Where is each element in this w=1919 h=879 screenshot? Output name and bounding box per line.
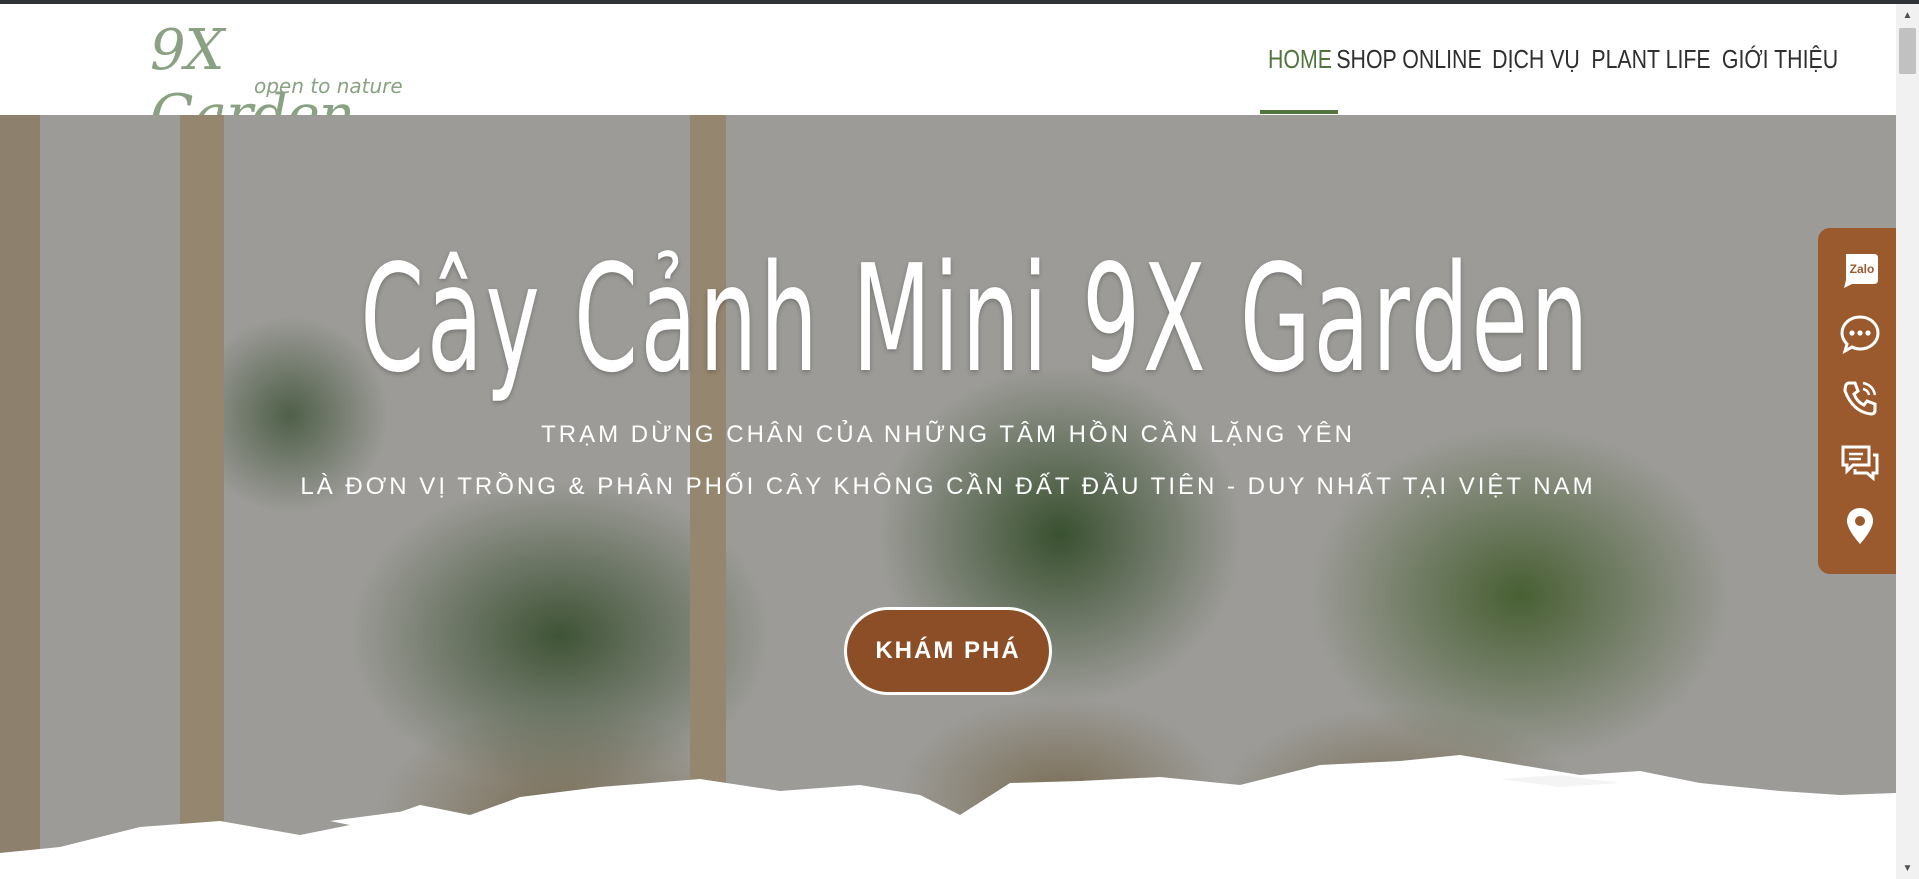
site-logo[interactable]: 9X Garden open to nature [150,18,410,148]
hero-title: Cây Cảnh Mini 9X Garden [360,233,1592,405]
nav-item-dich-vu[interactable]: DỊCH VỤ [1492,4,1580,115]
phone-icon [1843,381,1877,416]
zalo-button[interactable]: Zalo [1838,248,1882,292]
messenger-button[interactable] [1838,312,1882,356]
page-scrollbar[interactable]: ▲ ▼ [1896,4,1919,879]
messenger-icon [1840,315,1880,355]
chat-button[interactable] [1838,440,1882,484]
scroll-thumb[interactable] [1899,28,1916,74]
zalo-label: Zalo [1850,262,1875,276]
phone-button[interactable] [1838,376,1882,420]
social-contact-bar: Zalo [1818,228,1898,574]
logo-tagline: open to nature [254,74,403,98]
scroll-up-arrow-icon[interactable]: ▲ [1896,4,1919,26]
hero-subtitle-2: LÀ ĐƠN VỊ TRỒNG & PHÂN PHỐI CÂY KHÔNG CẦ… [300,473,1596,500]
site-header: 9X Garden open to nature HOME SHOP ONLIN… [0,4,1896,148]
nav-active-indicator [1260,110,1338,114]
explore-button[interactable]: KHÁM PHÁ [844,607,1052,695]
map-button[interactable] [1838,504,1882,548]
nav-item-plant-life[interactable]: PLANT LIFE [1591,4,1710,115]
hero-banner: Cây Cảnh Mini 9X Garden TRẠM DỪNG CHÂN C… [0,115,1896,879]
map-pin-icon [1847,508,1873,544]
nav-item-home[interactable]: HOME [1268,4,1332,115]
scroll-down-arrow-icon[interactable]: ▼ [1896,857,1919,879]
chat-icon [1841,445,1879,482]
zalo-icon: Zalo [1844,254,1878,288]
nav-item-gioi-thieu[interactable]: GIỚI THIỆU [1722,4,1838,115]
nav-item-shop-online[interactable]: SHOP ONLINE [1336,4,1481,115]
hero-subtitle-1: TRẠM DỪNG CHÂN CỦA NHỮNG TÂM HỒN CẦN LẶN… [541,421,1355,448]
